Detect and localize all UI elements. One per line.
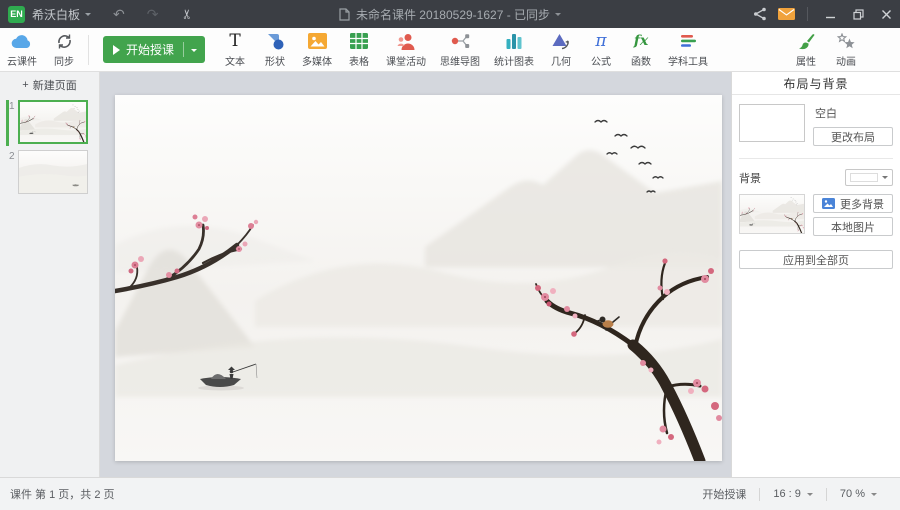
close-button[interactable] [872, 0, 900, 28]
titlebar-divider [807, 7, 808, 21]
tool-multimedia[interactable]: 多媒体 [295, 28, 339, 71]
new-page-button[interactable]: + 新建页面 [0, 76, 99, 94]
slide-canvas[interactable] [115, 95, 722, 461]
tool-mind-map[interactable]: 思维导图 [433, 28, 487, 71]
tool-subject-tools[interactable]: 学科工具 [661, 28, 715, 71]
aspect-caret-icon [807, 493, 813, 499]
background-label: 背景 [739, 170, 761, 186]
page-2-thumb[interactable] [18, 150, 88, 194]
zoom-selector[interactable]: 70 % [827, 478, 890, 510]
share-icon[interactable] [747, 0, 773, 28]
aspect-ratio-selector[interactable]: 16 : 9 [760, 478, 826, 510]
page-thumbnail-2: 2 [0, 150, 99, 194]
cut-scissors-icon[interactable]: ✂ [180, 9, 196, 20]
color-swatch [850, 173, 878, 182]
toolbar-divider [88, 35, 89, 65]
apply-to-all-pages-button[interactable]: 应用到全部页 [739, 250, 893, 269]
feedback-mail-icon[interactable] [773, 0, 799, 28]
color-caret-icon [882, 176, 888, 182]
layout-preview[interactable] [739, 104, 805, 142]
app-name-menu[interactable]: 希沃白板 [32, 6, 80, 23]
class-activity-icon [397, 32, 415, 51]
undo-icon[interactable]: ↶ [113, 7, 125, 21]
panel-divider [739, 158, 893, 159]
properties-button[interactable]: 属性 [786, 28, 826, 71]
tool-text[interactable]: T 文本 [215, 28, 255, 71]
start-teaching-caret-icon[interactable] [191, 49, 197, 55]
image-icon [822, 198, 835, 209]
layout-name: 空白 [815, 105, 893, 121]
plus-icon: + [22, 79, 28, 91]
local-image-button[interactable]: 本地图片 [813, 217, 893, 236]
sync-status-caret-icon[interactable] [555, 13, 561, 19]
tool-formula[interactable]: π 公式 [581, 28, 621, 71]
tool-stat-chart[interactable]: 统计图表 [487, 28, 541, 71]
animation-button[interactable]: 动画 [826, 28, 866, 71]
redo-icon[interactable]: ↷ [147, 7, 159, 21]
stat-chart-icon [506, 32, 522, 51]
background-preview[interactable] [739, 194, 805, 234]
minimize-button[interactable] [816, 0, 844, 28]
page-thumbnail-1: 1 [0, 100, 99, 144]
animation-stars-icon [836, 32, 856, 51]
formula-icon: π [595, 32, 606, 51]
background-color-dropdown[interactable] [845, 169, 893, 186]
table-icon [350, 32, 368, 51]
tool-table[interactable]: 表格 [339, 28, 379, 71]
app-window: EN 希沃白板 ↶ ↷ ✂ 未命名课件 20180529-1627 - 已同步 [0, 0, 900, 510]
cloud-icon [11, 32, 33, 51]
sync-button[interactable]: 同步 [44, 28, 84, 71]
app-menu-caret-icon[interactable] [85, 13, 91, 19]
toolbar: 云课件 同步 开始授课 T 文本 [0, 28, 900, 72]
more-backgrounds-button[interactable]: 更多背景 [813, 194, 893, 213]
panel-title: 布局与背景 [732, 72, 900, 95]
statusbar-start-teaching[interactable]: 开始授课 [689, 478, 759, 510]
page-sidebar: + 新建页面 1 2 [0, 72, 100, 477]
subject-tools-icon [680, 32, 697, 51]
shapes-icon [266, 32, 285, 51]
layout-background-panel: 布局与背景 空白 更改布局 背景 [731, 72, 900, 477]
function-icon: fx [634, 32, 648, 51]
titlebar: EN 希沃白板 ↶ ↷ ✂ 未命名课件 20180529-1627 - 已同步 [0, 0, 900, 28]
change-layout-button[interactable]: 更改布局 [813, 127, 893, 146]
tool-shapes[interactable]: 形状 [255, 28, 295, 71]
page-info: 课件 第 1 页，共 2 页 [10, 486, 115, 502]
sync-icon [56, 32, 73, 51]
restore-button[interactable] [844, 0, 872, 28]
tool-geometry[interactable]: 几何 [541, 28, 581, 71]
tool-function[interactable]: fx 函数 [621, 28, 661, 71]
multimedia-icon [308, 32, 327, 51]
page-1-thumb[interactable] [18, 100, 88, 144]
text-icon: T [229, 32, 240, 51]
app-logo: EN [8, 6, 25, 23]
play-icon [113, 45, 120, 55]
main-area: + 新建页面 1 2 布局与背景 [0, 72, 900, 477]
statusbar: 课件 第 1 页，共 2 页 开始授课 16 : 9 70 % [0, 477, 900, 510]
tool-class-activity[interactable]: 课堂活动 [379, 28, 433, 71]
cloud-courseware-button[interactable]: 云课件 [0, 28, 44, 71]
zoom-caret-icon [871, 493, 877, 499]
start-teaching-button[interactable]: 开始授课 [103, 36, 205, 63]
canvas-workspace [100, 72, 731, 477]
geometry-icon [552, 32, 571, 51]
properties-brush-icon [797, 32, 815, 51]
mind-map-icon [451, 32, 470, 51]
document-icon [339, 8, 350, 21]
